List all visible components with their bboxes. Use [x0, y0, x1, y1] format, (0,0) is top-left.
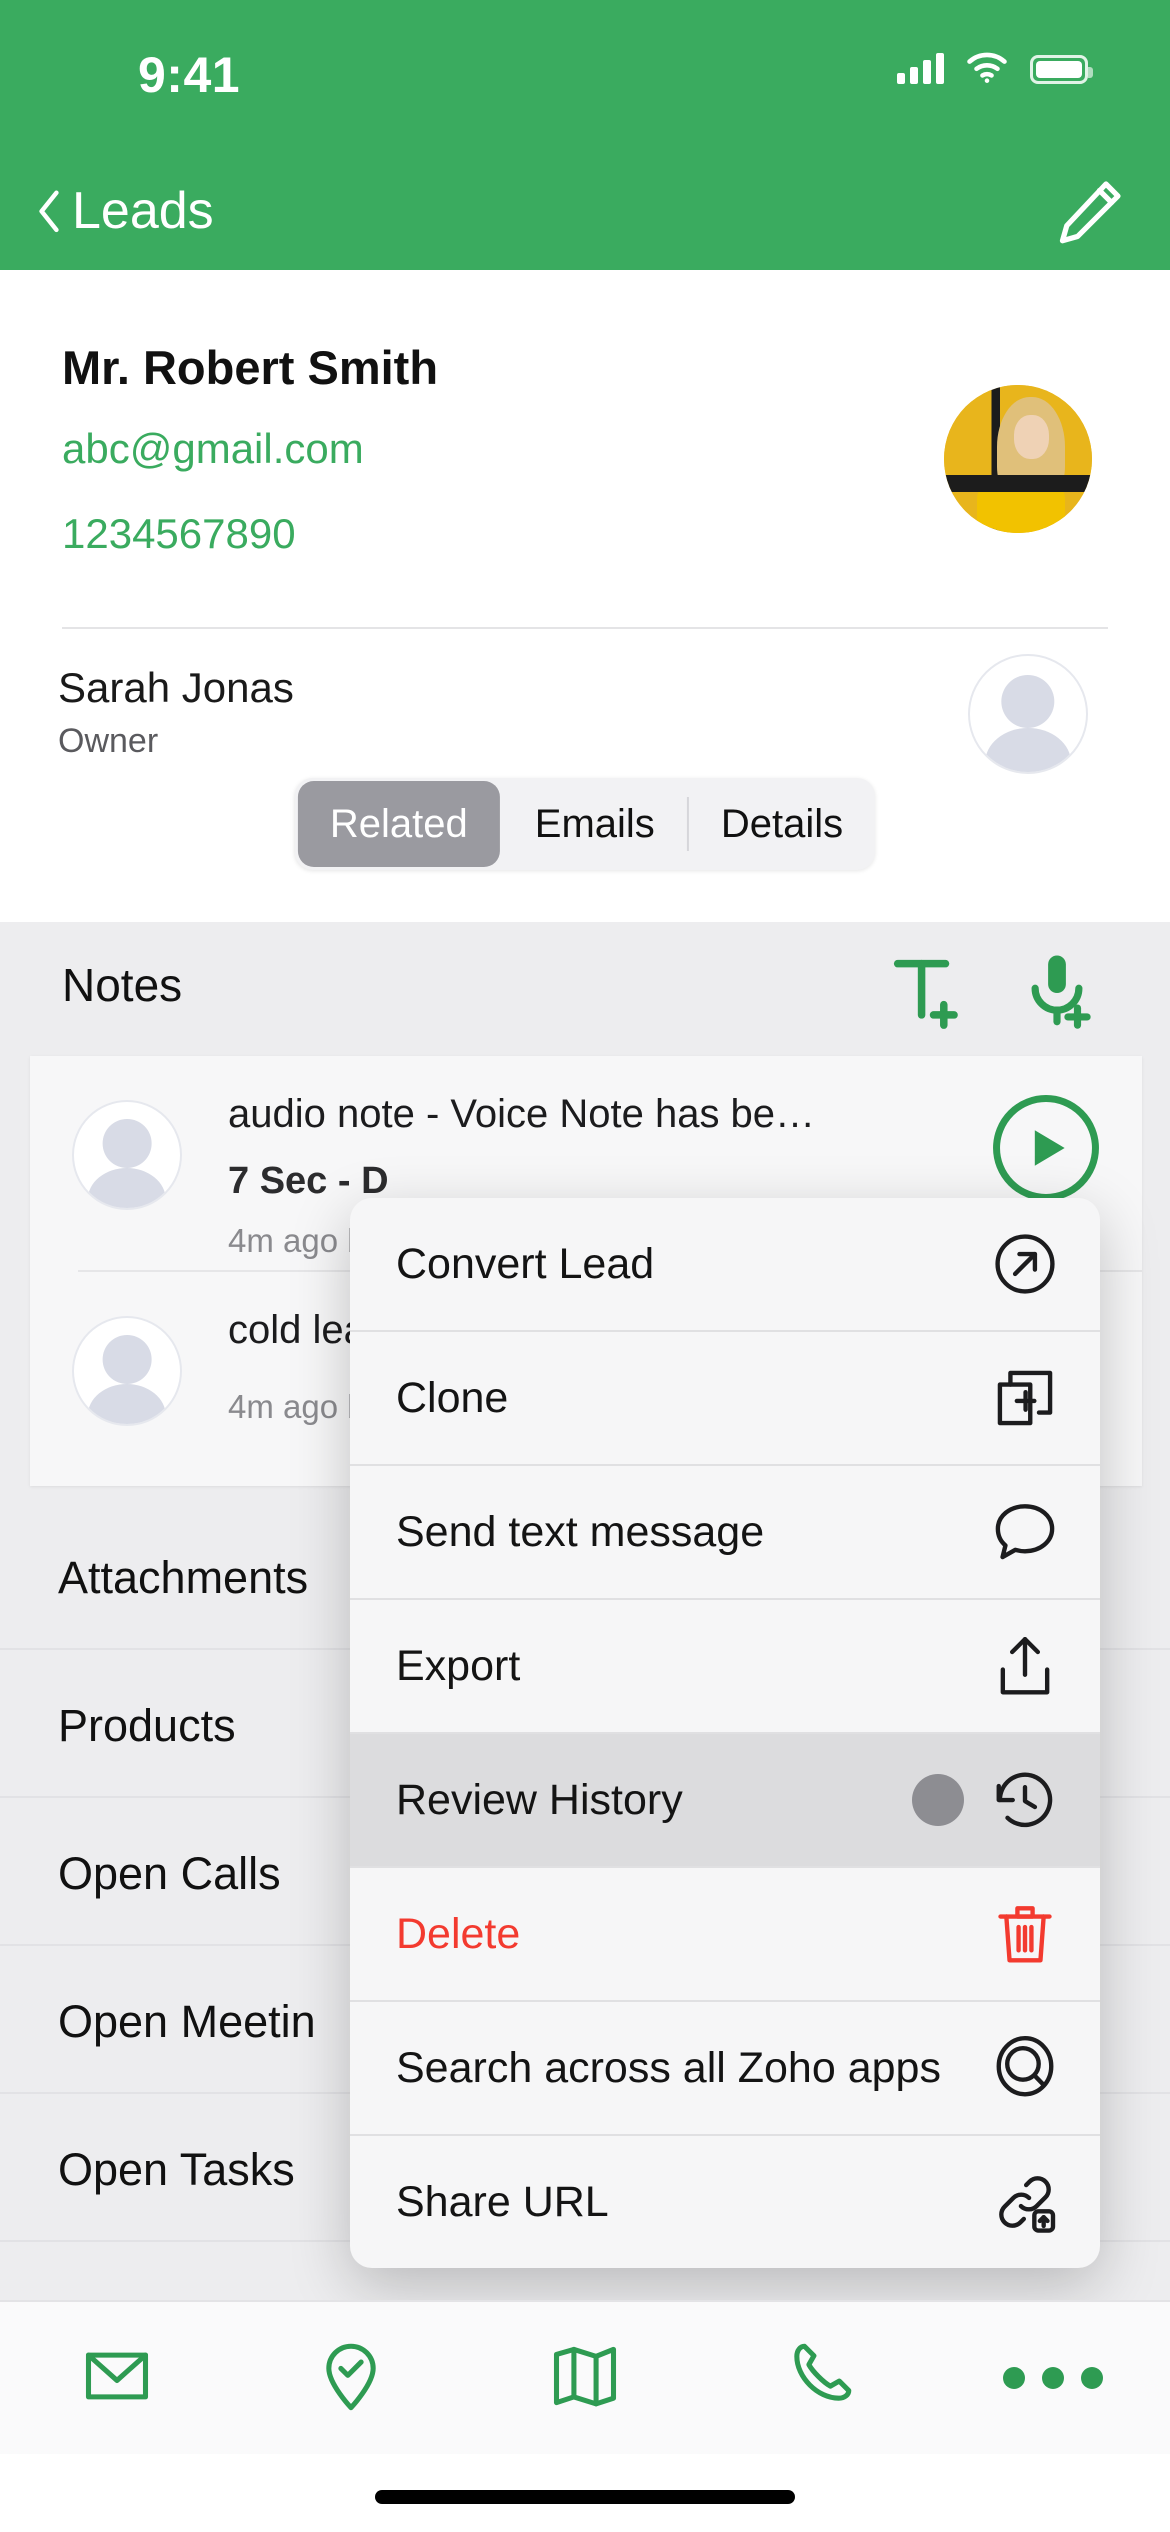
tab-details[interactable]: Details [689, 781, 875, 867]
note-timestamp: 4m ago b [228, 1388, 366, 1425]
owner-role-label: Owner [58, 722, 159, 760]
add-text-note-icon[interactable] [884, 950, 966, 1032]
map-icon [547, 2338, 623, 2419]
menu-item-search-zoho-apps[interactable]: Search across all Zoho apps [350, 2002, 1100, 2134]
menu-item-review-history[interactable]: Review History [350, 1734, 1100, 1866]
speech-bubble-icon [990, 1497, 1060, 1567]
avatar [72, 1316, 182, 1426]
notes-title: Notes [62, 959, 183, 1011]
menu-item-label: Send text message [396, 1507, 765, 1556]
toolbar-call-button[interactable] [702, 2301, 936, 2455]
link-share-icon [990, 2167, 1060, 2237]
cellular-signal-icon [897, 52, 944, 84]
tab-related[interactable]: Related [297, 781, 500, 867]
lead-phone-link[interactable]: 1234567890 [62, 510, 296, 558]
toolbar-email-button[interactable] [0, 2301, 234, 2455]
status-bar-icons [897, 52, 1093, 84]
menu-item-convert-lead[interactable]: Convert Lead [350, 1198, 1100, 1330]
related-list-label: Open Tasks [58, 2144, 295, 2195]
menu-item-label: Clone [396, 1373, 509, 1422]
menu-item-label: Search across all Zoho apps [396, 2043, 941, 2092]
bottom-toolbar [0, 2300, 1170, 2454]
pencil-edit-icon[interactable] [1052, 176, 1126, 250]
related-list-label: Products [58, 1700, 236, 1751]
toolbar-checkin-button[interactable] [234, 2301, 468, 2455]
menu-item-label: Review History [396, 1775, 683, 1824]
lead-avatar[interactable] [944, 385, 1092, 533]
menu-item-label: Share URL [396, 2177, 609, 2226]
trash-icon [990, 1899, 1060, 1969]
related-list-label: Attachments [58, 1552, 309, 1603]
duplicate-plus-icon [990, 1363, 1060, 1433]
phone-screen: 9:41 Leads Mr. Robert Smith abc@gmail.co… [0, 0, 1170, 2532]
owner-name: Sarah Jonas [58, 664, 294, 711]
note-duration: 7 Sec - D [228, 1160, 389, 1202]
tab-emails[interactable]: Emails [503, 781, 687, 867]
related-list-label: Open Meetin [58, 1996, 316, 2047]
menu-item-label: Convert Lead [396, 1239, 655, 1288]
envelope-email-icon [79, 2338, 155, 2419]
phone-call-icon [781, 2338, 857, 2419]
clock-rewind-icon [990, 1765, 1060, 1835]
share-upload-icon [990, 1631, 1060, 1701]
toolbar-map-button[interactable] [468, 2301, 702, 2455]
nav-title: Leads [72, 182, 214, 240]
chevron-left-icon [36, 189, 62, 233]
arrow-up-right-circle-icon [990, 1229, 1060, 1299]
status-bar: 9:41 [0, 0, 1170, 152]
related-list-label: Open Calls [58, 1848, 281, 1899]
lead-email-link[interactable]: abc@gmail.com [62, 425, 364, 473]
header-divider [62, 627, 1108, 629]
home-indicator [375, 2490, 795, 2504]
menu-item-label: Export [396, 1641, 521, 1690]
avatar [72, 1100, 182, 1210]
note-timestamp: 4m ago b [228, 1222, 366, 1259]
more-dots-icon [1003, 2367, 1103, 2389]
menu-item-send-text-message[interactable]: Send text message [350, 1466, 1100, 1598]
menu-item-clone[interactable]: Clone [350, 1332, 1100, 1464]
check-in-pin-icon [313, 2338, 389, 2419]
status-bar-time: 9:41 [138, 47, 241, 103]
menu-item-export[interactable]: Export [350, 1600, 1100, 1732]
notes-section-header: Notes [0, 922, 1170, 1056]
note-title: audio note - Voice Note has be… [228, 1092, 816, 1136]
tab-segmented-control[interactable]: Related Emails Details [294, 778, 876, 870]
battery-icon [1030, 55, 1093, 84]
lead-name: Mr. Robert Smith [62, 341, 439, 394]
play-circle-icon[interactable] [990, 1092, 1102, 1204]
note-title: cold lea [228, 1308, 366, 1352]
context-menu[interactable]: Convert Lead Clone Send text message Exp… [350, 1198, 1100, 2268]
menu-item-label: Delete [396, 1909, 521, 1958]
toolbar-more-button[interactable] [936, 2301, 1170, 2455]
magnifier-circle-icon [990, 2033, 1060, 2103]
owner-avatar[interactable] [968, 654, 1088, 774]
add-voice-note-icon[interactable] [1016, 950, 1098, 1032]
menu-item-share-url[interactable]: Share URL [350, 2136, 1100, 2268]
menu-item-delete[interactable]: Delete [350, 1868, 1100, 2000]
back-button[interactable]: Leads [22, 172, 228, 250]
touch-indicator [912, 1774, 964, 1826]
nav-bar: Leads [0, 152, 1170, 270]
wifi-icon [966, 52, 1008, 84]
